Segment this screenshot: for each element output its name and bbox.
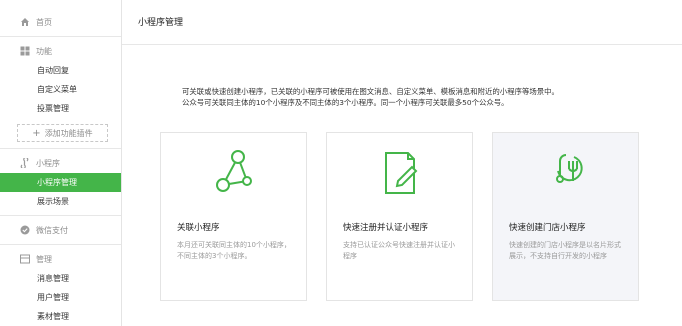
plus-icon: + (32, 127, 41, 139)
sidebar-item-message-manage[interactable]: 消息管理 (0, 269, 121, 288)
add-plugin-label: 添加功能插件 (44, 128, 93, 138)
home-icon (20, 17, 30, 27)
sidebar-item-label: 自动回复 (37, 66, 69, 75)
miniprogram-icon (20, 158, 30, 168)
store-fork-icon (493, 147, 638, 199)
card-title: 快速创建门店小程序 (509, 223, 586, 233)
sidebar-item-user-manage[interactable]: 用户管理 (0, 288, 121, 307)
card-register-miniprogram[interactable]: 快速注册并认证小程序 支持已认证公众号快速注册并认证小程序 (326, 132, 473, 301)
divider (0, 148, 121, 149)
card-desc: 本月还可关联同主体的10个小程序，不同主体的3个小程序。 (177, 241, 291, 260)
sidebar-group-miniprogram: 小程序 (0, 153, 121, 173)
sidebar-group-function: 功能 (0, 41, 121, 61)
network-icon (161, 147, 306, 199)
description: 可关联或快速创建小程序，已关联的小程序可被使用在图文消息、自定义菜单、模板消息和… (182, 86, 622, 108)
description-line: 公众号可关联同主体的10个小程序及不同主体的3个小程序。同一个小程序可关联最多5… (182, 98, 509, 107)
sidebar-item-display-scene[interactable]: 展示场景 (0, 192, 121, 211)
page-title: 小程序管理 (138, 18, 184, 28)
main-panel: 小程序管理 可关联或快速创建小程序，已关联的小程序可被使用在图文消息、自定义菜单… (122, 0, 682, 326)
sidebar-item-vote[interactable]: 投票管理 (0, 99, 121, 118)
sidebar-item-label: 首页 (36, 17, 52, 27)
sidebar-item-label: 小程序管理 (37, 178, 77, 187)
card-desc: 支持已认证公众号快速注册并认证小程序 (343, 241, 455, 260)
sidebar-item-label: 用户管理 (37, 293, 69, 302)
sidebar-item-label: 消息管理 (37, 274, 69, 283)
description-line: 可关联或快速创建小程序，已关联的小程序可被使用在图文消息、自定义菜单、模板消息和… (182, 87, 559, 96)
sidebar-item-label: 素材管理 (37, 312, 69, 321)
sidebar-group-label: 功能 (36, 46, 52, 56)
sidebar-item-material-manage[interactable]: 素材管理 (0, 307, 121, 326)
sidebar-item-home[interactable]: 首页 (0, 12, 121, 32)
card-title: 关联小程序 (177, 223, 220, 233)
sidebar-item-label: 微信支付 (36, 225, 68, 235)
document-edit-icon (327, 147, 472, 199)
card-link-miniprogram[interactable]: 关联小程序 本月还可关联同主体的10个小程序，不同主体的3个小程序。 (160, 132, 307, 301)
sidebar-item-wechat-pay[interactable]: 微信支付 (0, 220, 121, 240)
sidebar-item-custom-menu[interactable]: 自定义菜单 (0, 80, 121, 99)
divider (0, 215, 121, 216)
add-plugin-button[interactable]: + 添加功能插件 (17, 124, 108, 142)
sidebar-group-label: 管理 (36, 254, 52, 264)
card-create-store-miniprogram[interactable]: 快速创建门店小程序 快速创建的门店小程序是以名片形式展示，不支持自行开发的小程序 (492, 132, 639, 301)
manage-icon (20, 254, 30, 264)
divider (0, 244, 121, 245)
sidebar-group-manage: 管理 (0, 249, 121, 269)
sidebar-item-auto-reply[interactable]: 自动回复 (0, 61, 121, 80)
sidebar: 首页 功能 自动回复 自定义菜单 投票管理 + 添加功能插件 小程序 小程序管理… (0, 0, 122, 326)
sidebar-group-label: 小程序 (36, 158, 60, 168)
sidebar-item-label: 展示场景 (37, 197, 69, 206)
sidebar-item-label: 投票管理 (37, 104, 69, 113)
divider (122, 44, 682, 45)
divider (0, 36, 121, 37)
card-title: 快速注册并认证小程序 (343, 223, 429, 233)
sidebar-item-label: 自定义菜单 (37, 85, 77, 94)
check-circle-icon (20, 225, 30, 235)
grid-icon (20, 46, 30, 56)
sidebar-item-miniprogram-manage[interactable]: 小程序管理 (0, 173, 121, 192)
card-desc: 快速创建的门店小程序是以名片形式展示，不支持自行开发的小程序 (509, 241, 621, 260)
